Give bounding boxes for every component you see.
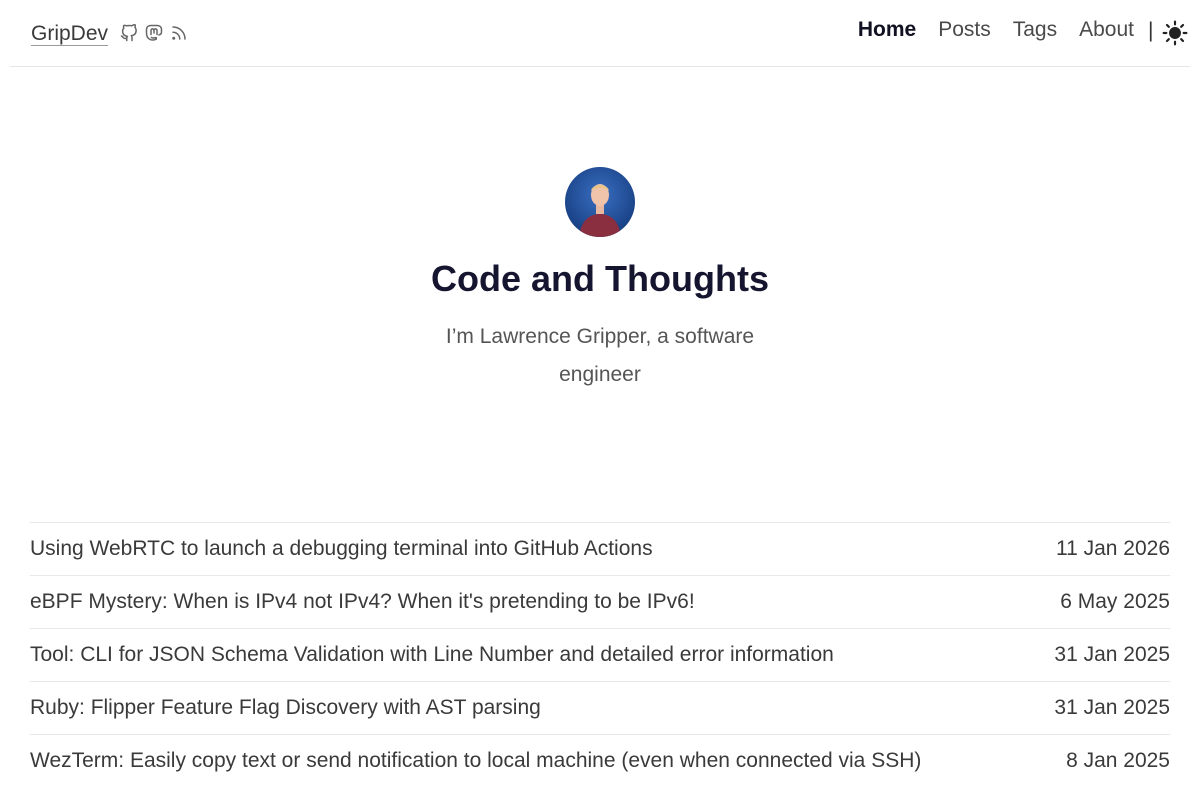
- main-nav: Home Posts Tags About: [858, 18, 1134, 42]
- post-date: 31 Jan 2025: [1054, 696, 1170, 719]
- site-brand-link[interactable]: GripDev: [31, 22, 108, 46]
- post-list: Using WebRTC to launch a debugging termi…: [30, 522, 1170, 787]
- post-date: 6 May 2025: [1060, 590, 1170, 613]
- post-title[interactable]: Ruby: Flipper Feature Flag Discovery wit…: [30, 696, 541, 720]
- sun-icon[interactable]: [1162, 20, 1188, 46]
- post-date: 31 Jan 2025: [1054, 643, 1170, 666]
- post-list-item[interactable]: eBPF Mystery: When is IPv4 not IPv4? Whe…: [30, 575, 1170, 628]
- post-date: 8 Jan 2025: [1066, 749, 1170, 772]
- post-list-item[interactable]: Using WebRTC to launch a debugging termi…: [30, 522, 1170, 575]
- post-title[interactable]: Using WebRTC to launch a debugging termi…: [30, 537, 653, 561]
- nav-home[interactable]: Home: [858, 18, 916, 42]
- nav-separator: |: [1148, 19, 1154, 42]
- post-date: 11 Jan 2026: [1055, 537, 1170, 560]
- social-links: [120, 23, 188, 43]
- post-title[interactable]: WezTerm: Easily copy text or send notifi…: [30, 749, 921, 773]
- nav-about[interactable]: About: [1079, 18, 1134, 42]
- post-list-item[interactable]: Ruby: Flipper Feature Flag Discovery wit…: [30, 681, 1170, 734]
- rss-icon[interactable]: [170, 23, 188, 43]
- post-list-item[interactable]: WezTerm: Easily copy text or send notifi…: [30, 734, 1170, 787]
- mastodon-icon[interactable]: [145, 23, 163, 43]
- post-title[interactable]: eBPF Mystery: When is IPv4 not IPv4? Whe…: [30, 590, 695, 614]
- github-icon[interactable]: [120, 23, 138, 43]
- nav-posts[interactable]: Posts: [938, 18, 991, 42]
- author-avatar: [565, 167, 635, 237]
- page-title: Code and Thoughts: [431, 258, 769, 299]
- page-subtitle: I’m Lawrence Gripper, a software enginee…: [445, 325, 755, 386]
- nav-tags[interactable]: Tags: [1013, 18, 1057, 42]
- top-bar: GripDev Home Posts Tags About |: [10, 0, 1190, 67]
- post-list-item[interactable]: Tool: CLI for JSON Schema Validation wit…: [30, 628, 1170, 681]
- post-title[interactable]: Tool: CLI for JSON Schema Validation wit…: [30, 643, 834, 667]
